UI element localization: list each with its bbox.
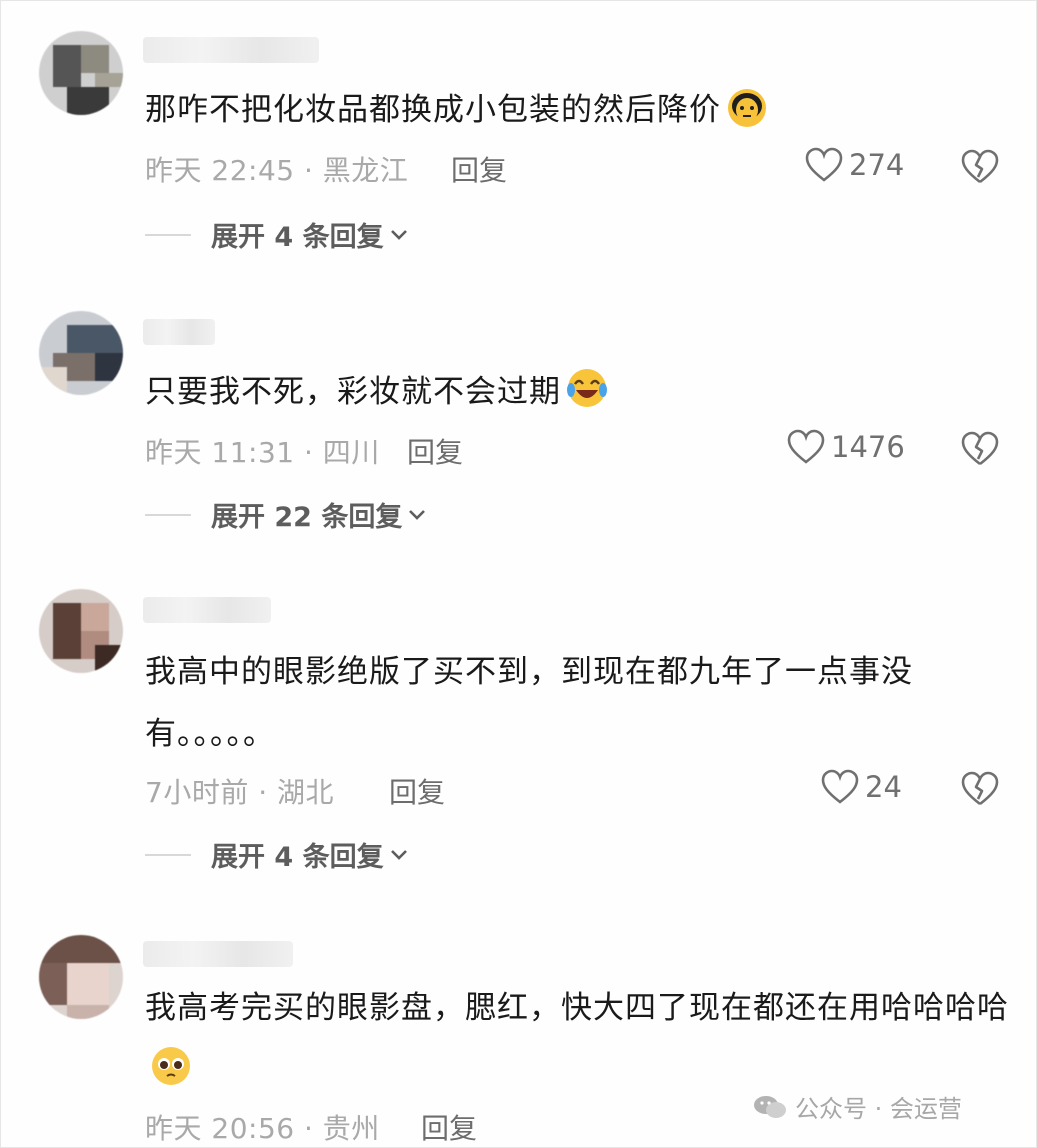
reply-button[interactable]: 回复 bbox=[407, 431, 463, 471]
username-blurred[interactable] bbox=[143, 597, 271, 623]
comment-text: 我高考完买的眼影盘，腮红，快大四了现在都还在用哈哈哈哈 bbox=[145, 977, 1015, 1101]
comment-meta: 7小时前 · 湖北 bbox=[145, 776, 335, 809]
like-button[interactable]: 274 bbox=[805, 147, 904, 183]
worried-face-emoji-icon bbox=[728, 89, 766, 127]
like-count: 1476 bbox=[831, 430, 905, 464]
chevron-down-icon bbox=[390, 849, 407, 860]
comment-text: 我高中的眼影绝版了买不到，到现在都九年了一点事没有。。。。。 bbox=[145, 654, 913, 752]
chevron-down-icon bbox=[409, 509, 426, 520]
expand-replies-button[interactable]: 展开 4 条回复 bbox=[145, 215, 408, 254]
comment-text: 只要我不死，彩妆就不会过期 bbox=[145, 361, 1015, 423]
wechat-icon bbox=[754, 1095, 786, 1118]
divider-line bbox=[145, 233, 191, 236]
divider-line bbox=[145, 513, 191, 516]
expand-replies-button[interactable]: 展开 4 条回复 bbox=[145, 835, 408, 874]
like-count: 24 bbox=[865, 770, 902, 804]
avatar[interactable] bbox=[39, 935, 123, 1019]
avatar[interactable] bbox=[39, 31, 123, 115]
watermark: 公众号 · 会运营 bbox=[753, 1089, 962, 1124]
expand-label: 展开 4 条回复 bbox=[211, 842, 384, 873]
expand-label: 展开 4 条回复 bbox=[211, 222, 384, 253]
dislike-broken-heart-icon[interactable] bbox=[961, 771, 999, 807]
username-blurred[interactable] bbox=[143, 37, 319, 63]
chevron-down-icon bbox=[390, 229, 407, 240]
reply-button[interactable]: 回复 bbox=[389, 771, 445, 811]
dislike-broken-heart-icon[interactable] bbox=[961, 149, 999, 185]
comment-text: 那咋不把化妆品都换成小包装的然后降价 bbox=[145, 79, 1015, 141]
reply-button[interactable]: 回复 bbox=[451, 149, 507, 189]
heart-icon bbox=[787, 429, 825, 464]
divider-line bbox=[145, 853, 191, 856]
heart-icon bbox=[805, 147, 843, 182]
pleading-face-emoji-icon bbox=[152, 1047, 190, 1085]
comment-list: 那咋不把化妆品都换成小包装的然后降价 昨天 22:45 · 黑龙江 回复 274… bbox=[0, 0, 1037, 1148]
comment-meta: 昨天 22:45 · 黑龙江 bbox=[145, 154, 409, 187]
reply-button[interactable]: 回复 bbox=[421, 1107, 477, 1147]
avatar[interactable] bbox=[39, 311, 123, 395]
username-blurred[interactable] bbox=[143, 319, 215, 345]
expand-replies-button[interactable]: 展开 22 条回复 bbox=[145, 495, 426, 534]
like-button[interactable]: 24 bbox=[821, 769, 902, 805]
expand-label: 展开 22 条回复 bbox=[211, 502, 403, 533]
username-blurred[interactable] bbox=[143, 941, 293, 967]
watermark-text: 公众号 · 会运营 bbox=[795, 1095, 962, 1123]
avatar[interactable] bbox=[39, 589, 123, 673]
laughing-crying-emoji-icon bbox=[567, 369, 607, 407]
heart-icon bbox=[821, 769, 859, 804]
dislike-broken-heart-icon[interactable] bbox=[961, 431, 999, 467]
comment-meta: 昨天 20:56 · 贵州 bbox=[145, 1112, 380, 1145]
comment-meta: 昨天 11:31 · 四川 bbox=[145, 436, 380, 469]
like-button[interactable]: 1476 bbox=[787, 429, 905, 465]
like-count: 274 bbox=[849, 148, 905, 182]
